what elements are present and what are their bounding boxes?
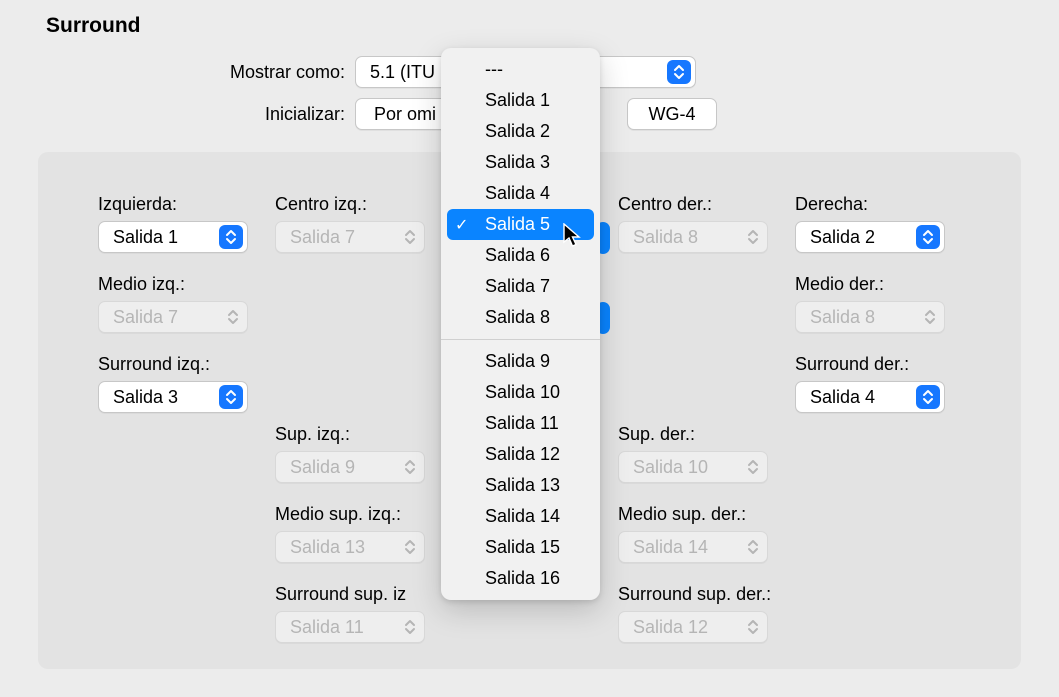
medio-sup-der-value: Salida 14	[633, 537, 708, 558]
chevron-updown-icon	[743, 615, 763, 639]
surround-izq-value: Salida 3	[113, 387, 178, 408]
chevron-updown-icon	[916, 225, 940, 249]
centro-izq-label: Centro izq.:	[275, 194, 425, 215]
centro-der-label: Centro der.:	[618, 194, 768, 215]
surround-sup-izq-select[interactable]: Salida 11	[275, 611, 425, 643]
centro-output-menu[interactable]: --- Salida 1 Salida 2 Salida 3 Salida 4 …	[441, 48, 600, 600]
inicializar-label: Inicializar:	[0, 104, 345, 125]
mostrar-como-label: Mostrar como:	[0, 62, 345, 83]
medio-izq-value: Salida 7	[113, 307, 178, 328]
chevron-updown-icon	[400, 615, 420, 639]
menu-item[interactable]: Salida 15	[441, 532, 600, 563]
sup-der-select[interactable]: Salida 10	[618, 451, 768, 483]
menu-item[interactable]: Salida 11	[441, 408, 600, 439]
chevron-updown-icon	[400, 225, 420, 249]
derecha-select[interactable]: Salida 2	[795, 221, 945, 253]
inicializar-wg4-button[interactable]: WG-4	[627, 98, 717, 130]
chevron-updown-icon	[400, 455, 420, 479]
menu-item[interactable]: Salida 4	[441, 178, 600, 209]
medio-sup-izq-value: Salida 13	[290, 537, 365, 558]
menu-item[interactable]: Salida 7	[441, 271, 600, 302]
menu-item[interactable]: Salida 13	[441, 470, 600, 501]
izquierda-select[interactable]: Salida 1	[98, 221, 248, 253]
surround-sup-der-select[interactable]: Salida 12	[618, 611, 768, 643]
centro-izq-value: Salida 7	[290, 227, 355, 248]
medio-der-value: Salida 8	[810, 307, 875, 328]
chevron-updown-icon	[223, 305, 243, 329]
chevron-updown-icon	[400, 535, 420, 559]
centro-izq-select[interactable]: Salida 7	[275, 221, 425, 253]
menu-item[interactable]: Salida 9	[441, 346, 600, 377]
section-title: Surround	[46, 14, 141, 38]
medio-izq-select[interactable]: Salida 7	[98, 301, 248, 333]
chevron-updown-icon	[219, 225, 243, 249]
menu-item[interactable]: Salida 16	[441, 563, 600, 594]
sup-izq-value: Salida 9	[290, 457, 355, 478]
menu-item[interactable]: Salida 10	[441, 377, 600, 408]
izquierda-value: Salida 1	[113, 227, 178, 248]
surround-sup-izq-value: Salida 11	[290, 617, 364, 638]
menu-item[interactable]: Salida 3	[441, 147, 600, 178]
derecha-label: Derecha:	[795, 194, 945, 215]
medio-sup-der-label: Medio sup. der.:	[618, 504, 768, 525]
surround-izq-label: Surround izq.:	[98, 354, 248, 375]
medio-sup-der-select[interactable]: Salida 14	[618, 531, 768, 563]
chevron-updown-icon	[916, 385, 940, 409]
menu-item[interactable]: Salida 12	[441, 439, 600, 470]
menu-item[interactable]: Salida 6	[441, 240, 600, 271]
inicializar-por-omision-button[interactable]: Por omi	[355, 98, 455, 130]
chevron-updown-icon	[743, 535, 763, 559]
mostrar-como-value: 5.1 (ITU	[370, 62, 435, 83]
chevron-updown-icon	[667, 60, 691, 84]
sup-der-label: Sup. der.:	[618, 424, 768, 445]
menu-item[interactable]: Salida 14	[441, 501, 600, 532]
medio-der-label: Medio der.:	[795, 274, 945, 295]
menu-item-selected[interactable]: ✓ Salida 5	[447, 209, 594, 240]
sup-izq-label: Sup. izq.:	[275, 424, 425, 445]
menu-separator	[441, 339, 600, 340]
menu-item[interactable]: Salida 1	[441, 85, 600, 116]
surround-izq-select[interactable]: Salida 3	[98, 381, 248, 413]
sup-izq-select[interactable]: Salida 9	[275, 451, 425, 483]
menu-item-label: Salida 5	[485, 214, 550, 235]
medio-sup-izq-label: Medio sup. izq.:	[275, 504, 425, 525]
surround-sup-izq-label: Surround sup. iz	[275, 584, 425, 605]
sup-der-value: Salida 10	[633, 457, 708, 478]
menu-item[interactable]: Salida 2	[441, 116, 600, 147]
chevron-updown-icon	[743, 455, 763, 479]
surround-der-select[interactable]: Salida 4	[795, 381, 945, 413]
medio-sup-izq-select[interactable]: Salida 13	[275, 531, 425, 563]
chevron-updown-icon	[219, 385, 243, 409]
chevron-updown-icon	[920, 305, 940, 329]
surround-sup-der-value: Salida 12	[633, 617, 708, 638]
chevron-updown-icon	[743, 225, 763, 249]
izquierda-label: Izquierda:	[98, 194, 248, 215]
medio-izq-label: Medio izq.:	[98, 274, 248, 295]
centro-der-select[interactable]: Salida 8	[618, 221, 768, 253]
menu-item[interactable]: ---	[441, 54, 600, 85]
surround-sup-der-label: Surround sup. der.:	[618, 584, 771, 605]
derecha-value: Salida 2	[810, 227, 875, 248]
surround-der-value: Salida 4	[810, 387, 875, 408]
centro-der-value: Salida 8	[633, 227, 698, 248]
medio-der-select[interactable]: Salida 8	[795, 301, 945, 333]
menu-item[interactable]: Salida 8	[441, 302, 600, 333]
surround-der-label: Surround der.:	[795, 354, 945, 375]
check-icon: ✓	[455, 215, 468, 235]
